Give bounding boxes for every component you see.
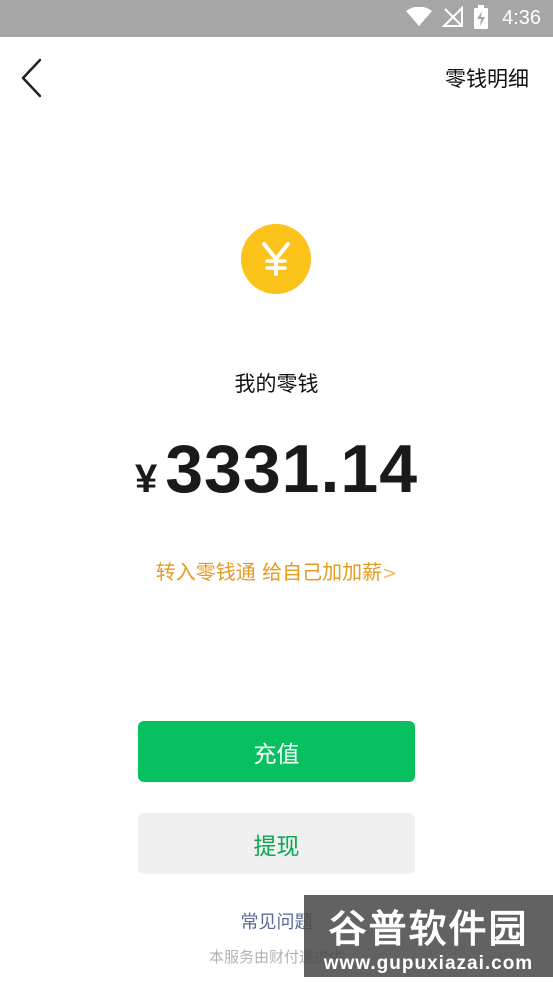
promo-arrow-icon: > — [382, 563, 398, 584]
nav-bar: 零钱明细 — [0, 37, 553, 123]
yuan-coin-icon — [241, 224, 311, 294]
promo-text: 转入零钱通 给自己加加薪 — [155, 560, 383, 584]
status-bar: 4:36 — [0, 0, 553, 37]
battery-charging-icon — [474, 4, 489, 33]
site-watermark: 谷普软件园 www.gupuxiazai.com — [304, 895, 553, 977]
back-button[interactable] — [14, 57, 48, 103]
balance-amount: 3331.14 — [165, 431, 419, 507]
wifi-icon — [406, 6, 433, 31]
chevron-left-icon — [20, 58, 42, 102]
change-details-link[interactable]: 零钱明细 — [445, 63, 529, 93]
watermark-title: 谷普软件园 — [328, 906, 529, 951]
lingqiantong-promo-link[interactable]: 转入零钱通 给自己加加薪> — [0, 556, 553, 585]
wallet-title: 我的零钱 — [234, 372, 319, 396]
withdraw-button[interactable]: 提现 — [138, 813, 415, 874]
watermark-url: www.gupuxiazai.com — [323, 952, 534, 974]
status-icons: 4:36 — [406, 0, 541, 37]
recharge-button[interactable]: 充值 — [138, 721, 415, 782]
status-time: 4:36 — [502, 7, 541, 29]
balance-row: ¥ 3331.14 — [0, 430, 553, 508]
currency-symbol: ¥ — [134, 457, 158, 501]
no-signal-icon — [441, 5, 464, 32]
